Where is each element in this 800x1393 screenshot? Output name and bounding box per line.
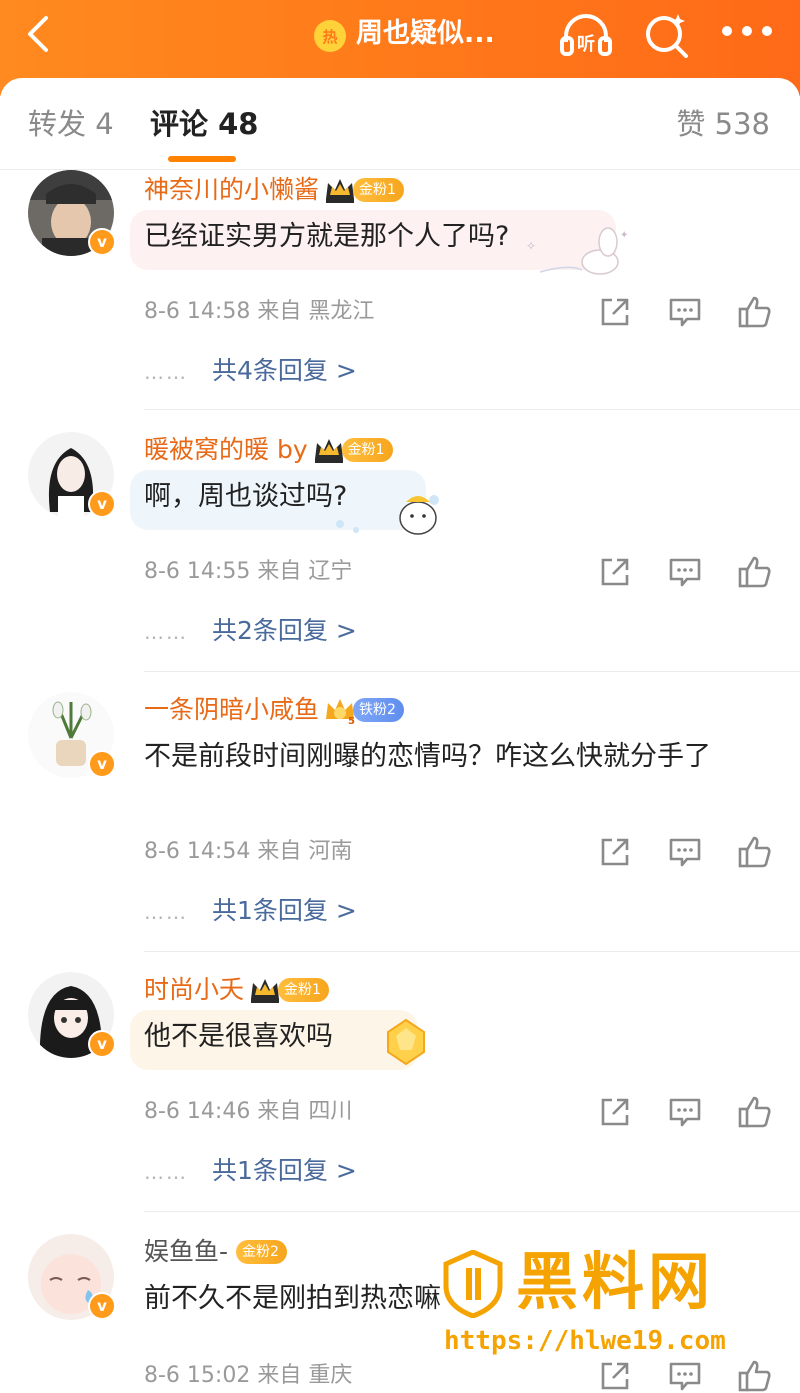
reply-dots: ……: [144, 1160, 188, 1184]
avatar[interactable]: v: [28, 1234, 116, 1320]
share-icon[interactable]: [598, 835, 632, 869]
comment-item: v 时尚小夭 金粉1 他不是很喜欢吗 8-6 14:46 来自 四川 …… 共1…: [0, 970, 800, 1212]
active-tab-indicator: [168, 156, 236, 162]
like-thumb-icon[interactable]: [738, 555, 772, 589]
share-icon[interactable]: [598, 1359, 632, 1393]
replies-count[interactable]: 共1条回复 >: [212, 896, 357, 925]
reply-comment-icon[interactable]: [668, 835, 702, 869]
fan-badge: 铁粉2: [353, 698, 404, 722]
comment-text: 啊，周也谈过吗?: [144, 481, 348, 512]
verified-badge-icon: v: [88, 1030, 116, 1058]
divider: [144, 1211, 800, 1212]
tab-reposts[interactable]: 转发 4: [28, 104, 114, 144]
reply-comment-icon[interactable]: [668, 1095, 702, 1129]
reply-comment-icon[interactable]: [668, 295, 702, 329]
like-thumb-icon[interactable]: [738, 295, 772, 329]
username[interactable]: 神奈川的小懒酱: [144, 172, 319, 208]
view-replies-link[interactable]: …… 共4条回复 >: [144, 354, 357, 388]
comment-actions: [598, 295, 774, 329]
share-icon[interactable]: [598, 295, 632, 329]
username[interactable]: 娱鱼鱼-: [144, 1234, 228, 1270]
reply-comment-icon[interactable]: [668, 555, 702, 589]
verified-badge-icon: v: [88, 228, 116, 256]
view-replies-link[interactable]: …… 共2条回复 >: [144, 614, 357, 648]
listen-label: 听: [577, 33, 595, 55]
avatar[interactable]: v: [28, 692, 116, 778]
crown-icon: [326, 179, 355, 203]
verified-badge-icon: v: [88, 1292, 116, 1320]
replies-count[interactable]: 共1条回复 >: [212, 1156, 357, 1185]
crown-level-icon: 5: [326, 699, 355, 725]
username[interactable]: 时尚小夭: [144, 972, 244, 1008]
fan-badge: 金粉1: [278, 978, 329, 1002]
avatar[interactable]: v: [28, 972, 116, 1058]
comment-actions: [598, 1095, 774, 1129]
comment-meta: 8-6 15:02 来自 重庆: [144, 1363, 353, 1388]
comment-text: 已经证实男方就是那个人了吗?: [144, 221, 510, 252]
tab-bar: 转发 4 评论 48 赞 538: [0, 78, 800, 170]
fan-badge: 金粉2: [236, 1240, 287, 1264]
hot-topic-badge: 热: [314, 20, 346, 52]
username-row: 时尚小夭 金粉1: [144, 972, 329, 1008]
reply-dots: ……: [144, 360, 188, 384]
divider: [144, 409, 800, 410]
divider: [144, 671, 800, 672]
share-icon[interactable]: [598, 555, 632, 589]
divider: [144, 951, 800, 952]
comment-item: v 一条阴暗小咸鱼 5 铁粉2 不是前段时间刚曝的恋情吗？咋这么快就分手了 8-…: [0, 690, 800, 952]
comment-actions: [598, 555, 774, 589]
comment-text: 不是前段时间刚曝的恋情吗？咋这么快就分手了: [144, 741, 711, 772]
crown-icon: [251, 979, 280, 1003]
back-arrow-icon[interactable]: [22, 14, 58, 54]
like-thumb-icon[interactable]: [738, 1095, 772, 1129]
comment-meta: 8-6 14:55 来自 辽宁: [144, 559, 353, 584]
comment-item: v 暖被窝的暖 by 金粉1 啊，周也谈过吗? 8-6 14:55 来自 辽宁: [0, 430, 800, 672]
page-title: 周也疑似...: [356, 18, 495, 49]
comment-meta: 8-6 14:58 来自 黑龙江: [144, 299, 375, 324]
comment-text: 他不是很喜欢吗: [144, 1021, 333, 1052]
comment-actions: [598, 835, 774, 869]
comment-item: v 娱鱼鱼- 金粉2 前不久不是刚拍到热恋嘛 8-6 15:02 来自 重庆: [0, 1232, 800, 1393]
comment-actions: [598, 1359, 774, 1393]
search-icon[interactable]: [642, 10, 692, 58]
view-replies-link[interactable]: …… 共1条回复 >: [144, 894, 357, 928]
username-row: 娱鱼鱼- 金粉2: [144, 1234, 287, 1270]
username-row: 一条阴暗小咸鱼 5 铁粉2: [144, 692, 404, 728]
view-replies-link[interactable]: …… 共1条回复 >: [144, 1154, 357, 1188]
listen-headphones-icon[interactable]: 听: [558, 12, 614, 56]
username-row: 暖被窝的暖 by 金粉1: [144, 432, 393, 468]
replies-count[interactable]: 共4条回复 >: [212, 356, 357, 385]
comment-list: v 神奈川的小懒酱 金粉1 ✧ ✦ 已经证实男方就是那个人了吗? 8-6 14:…: [0, 170, 800, 1393]
username[interactable]: 一条阴暗小咸鱼: [144, 692, 319, 728]
comment-item: v 神奈川的小懒酱 金粉1 ✧ ✦ 已经证实男方就是那个人了吗? 8-6 14:…: [0, 170, 800, 410]
verified-badge-icon: v: [88, 750, 116, 778]
crown-level: 5: [348, 716, 355, 725]
tab-comments[interactable]: 评论 48: [150, 104, 258, 144]
reply-dots: ……: [144, 900, 188, 924]
like-thumb-icon[interactable]: [738, 1359, 772, 1393]
verified-badge-icon: v: [88, 490, 116, 518]
avatar[interactable]: v: [28, 170, 116, 256]
avatar[interactable]: v: [28, 432, 116, 518]
crown-icon: [314, 439, 343, 463]
reply-dots: ……: [144, 620, 188, 644]
username[interactable]: 暖被窝的暖 by: [144, 432, 308, 468]
tab-likes[interactable]: 赞 538: [676, 104, 770, 144]
fan-badge: 金粉1: [341, 438, 393, 462]
more-menu-icon[interactable]: [722, 26, 772, 40]
comment-meta: 8-6 14:54 来自 河南: [144, 839, 353, 864]
comment-text: 前不久不是刚拍到热恋嘛: [144, 1283, 441, 1314]
fan-badge: 金粉1: [353, 178, 404, 202]
username-row: 神奈川的小懒酱 金粉1: [144, 172, 404, 208]
comment-meta: 8-6 14:46 来自 四川: [144, 1099, 353, 1124]
like-thumb-icon[interactable]: [738, 835, 772, 869]
reply-comment-icon[interactable]: [668, 1359, 702, 1393]
replies-count[interactable]: 共2条回复 >: [212, 616, 357, 645]
share-icon[interactable]: [598, 1095, 632, 1129]
